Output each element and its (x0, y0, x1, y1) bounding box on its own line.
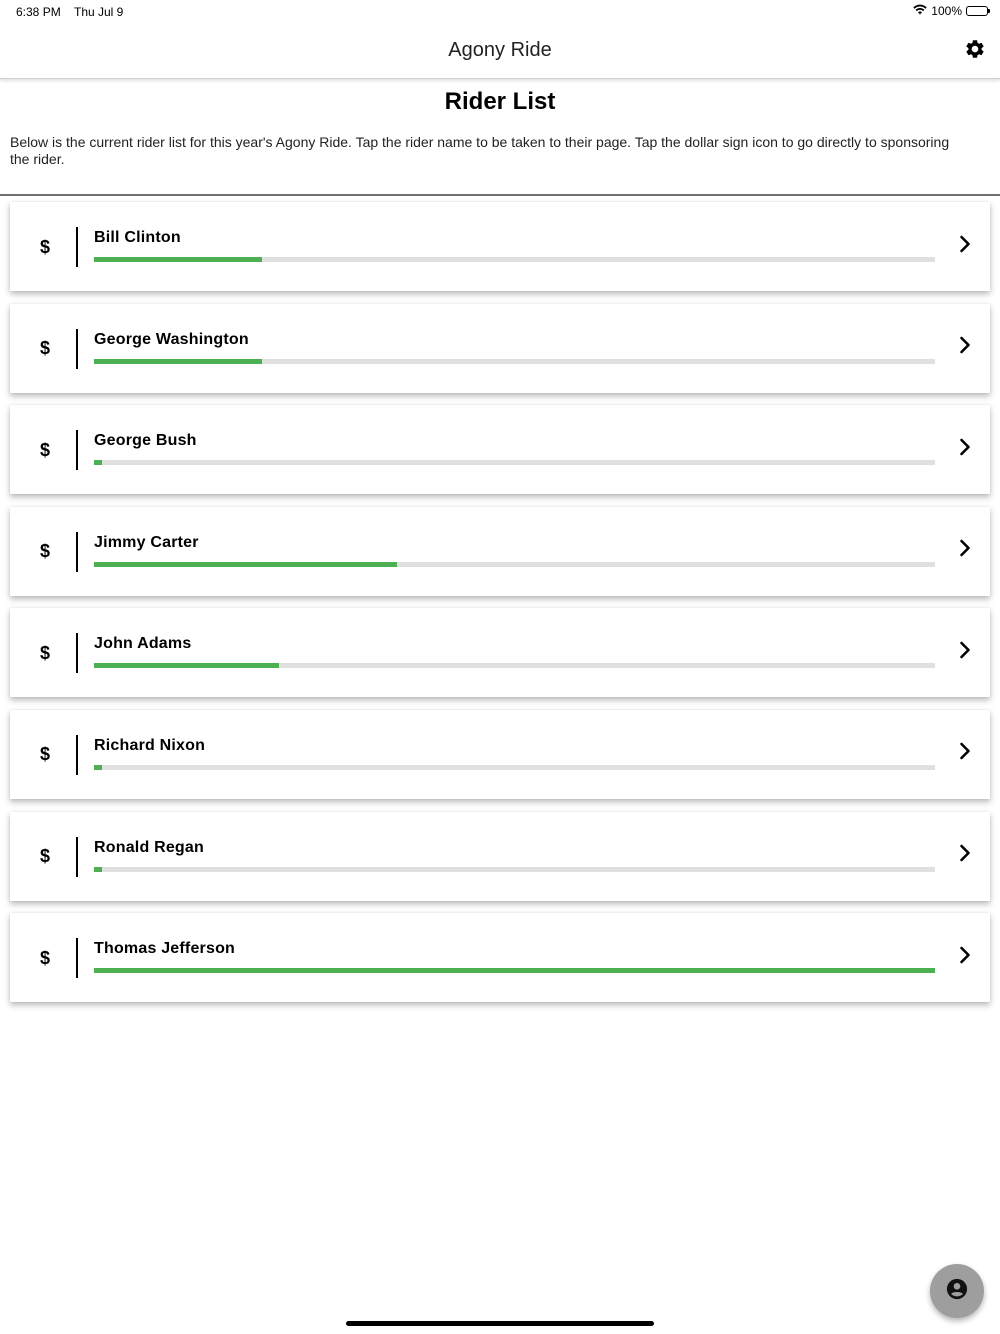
sponsor-dollar-button[interactable]: $ (32, 941, 58, 975)
progress-fill (94, 663, 280, 669)
rider-card: $ George Bush (10, 405, 990, 495)
rider-card: $ Richard Nixon (10, 709, 990, 799)
open-rider-button[interactable] (954, 539, 976, 563)
dollar-sign-icon: $ (39, 744, 50, 765)
progress-fill (94, 764, 103, 770)
progress-fill (94, 561, 397, 567)
status-bar: 6:38 PM Thu Jul 9 100% (0, 0, 1000, 24)
rider-card: $ John Adams (10, 608, 990, 698)
rider-card: $ Ronald Regan (10, 811, 990, 901)
status-date: Thu Jul 9 (74, 5, 124, 19)
card-separator (76, 328, 78, 369)
rider-name[interactable]: Jimmy Carter (94, 534, 199, 552)
progress-fill (94, 358, 263, 364)
home-indicator (346, 1321, 654, 1326)
sponsor-dollar-button[interactable]: $ (32, 840, 58, 874)
chevron-right-icon (959, 844, 971, 867)
rider-name[interactable]: Ronald Regan (94, 839, 204, 857)
card-separator (76, 836, 78, 877)
sponsor-dollar-button[interactable]: $ (32, 433, 58, 467)
open-rider-button[interactable] (954, 336, 976, 360)
account-circle-icon (946, 1278, 968, 1305)
dollar-sign-icon: $ (39, 541, 50, 562)
card-separator (76, 633, 78, 674)
rider-name[interactable]: Thomas Jefferson (94, 940, 235, 958)
profile-fab-button[interactable] (930, 1264, 984, 1318)
card-separator (76, 227, 78, 267)
chevron-right-icon (959, 742, 971, 765)
open-rider-button[interactable] (954, 844, 976, 868)
sponsor-dollar-button[interactable]: $ (32, 332, 58, 366)
progress-fill (94, 257, 263, 262)
rider-name[interactable]: Bill Clinton (94, 229, 181, 247)
card-separator (76, 531, 78, 572)
sponsor-dollar-button[interactable]: $ (32, 535, 58, 569)
dollar-sign-icon: $ (39, 642, 50, 663)
dollar-sign-icon: $ (39, 338, 50, 359)
rider-list: $ Bill Clinton $ George Washington $ Geo… (10, 202, 990, 1015)
rider-card: $ Thomas Jefferson (10, 913, 990, 1003)
progress-bar (94, 968, 935, 974)
chevron-right-icon (959, 946, 971, 969)
rider-name[interactable]: George Washington (94, 331, 249, 349)
chevron-right-icon (959, 336, 971, 359)
app-title: Agony Ride (448, 39, 552, 61)
dollar-sign-icon: $ (39, 439, 50, 460)
card-separator (76, 734, 78, 775)
battery-icon (966, 6, 990, 16)
gear-icon (964, 38, 986, 65)
navigation-bar: Agony Ride (0, 24, 1000, 79)
chevron-right-icon (959, 539, 971, 562)
progress-bar (94, 663, 935, 669)
chevron-right-icon (959, 641, 971, 664)
dollar-sign-icon: $ (39, 236, 50, 257)
progress-fill (94, 968, 935, 974)
divider (0, 194, 1000, 196)
progress-bar (94, 764, 935, 770)
card-separator (76, 938, 78, 979)
rider-card: $ Bill Clinton (10, 202, 990, 291)
rider-name[interactable]: Richard Nixon (94, 737, 205, 755)
progress-bar (94, 866, 935, 872)
open-rider-button[interactable] (954, 945, 976, 969)
progress-fill (94, 460, 103, 466)
wifi-icon (913, 4, 927, 18)
dollar-sign-icon: $ (39, 846, 50, 867)
chevron-right-icon (959, 438, 971, 461)
open-rider-button[interactable] (954, 742, 976, 766)
rider-card: $ Jimmy Carter (10, 506, 990, 596)
open-rider-button[interactable] (954, 437, 976, 461)
settings-button[interactable] (962, 38, 988, 64)
progress-bar (94, 460, 935, 466)
status-indicators: 100% (913, 4, 990, 18)
progress-bar (94, 257, 935, 262)
page-description: Below is the current rider list for this… (10, 134, 950, 167)
sponsor-dollar-button[interactable]: $ (32, 636, 58, 670)
card-separator (76, 430, 78, 471)
sponsor-dollar-button[interactable]: $ (32, 738, 58, 772)
open-rider-button[interactable] (954, 234, 976, 258)
open-rider-button[interactable] (954, 640, 976, 664)
status-time: 6:38 PM (16, 5, 61, 19)
page-title: Rider List (444, 88, 556, 115)
dollar-sign-icon: $ (39, 947, 50, 968)
rider-name[interactable]: George Bush (94, 432, 197, 450)
progress-bar (94, 358, 935, 364)
rider-card: $ George Washington (10, 303, 990, 393)
progress-bar (94, 561, 935, 567)
chevron-right-icon (959, 235, 971, 258)
progress-fill (94, 866, 103, 872)
sponsor-dollar-button[interactable]: $ (32, 230, 58, 264)
battery-percent: 100% (931, 4, 962, 18)
rider-name[interactable]: John Adams (94, 635, 191, 653)
